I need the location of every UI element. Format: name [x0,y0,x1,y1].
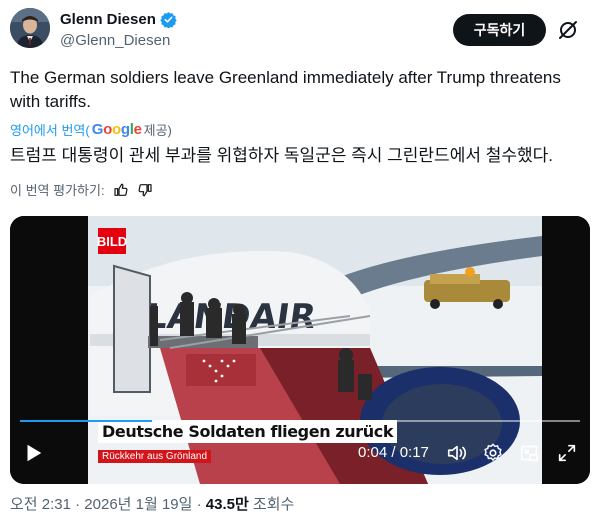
video-time: 0:04 / 0:17 [358,444,429,461]
views-label: 조회수 [248,496,295,513]
video-subline: Rückkehr aus Grönland [98,450,212,463]
video-player[interactable]: LANDAIR BILD Deutsche Soldaten fliegen z… [10,216,590,484]
google-letter: o [103,121,112,138]
translation-provider: Google 제공) [92,120,172,139]
tweet-header: Glenn Diesen @Glenn_Diesen 구독하기 [10,8,590,56]
google-letter: o [111,121,121,138]
subscribe-button[interactable]: 구독하기 [453,14,546,46]
author-name-row: Glenn Diesen [60,11,177,28]
bild-logo: BILD [97,228,127,254]
google-letter: g [120,121,130,138]
play-icon[interactable] [22,442,44,464]
google-letter: e [133,121,142,138]
author-name[interactable]: Glenn Diesen [60,11,156,28]
author-handle[interactable]: @Glenn_Diesen [60,32,170,49]
google-logo: Google [92,121,142,138]
tweet-text: The German soldiers leave Greenland imme… [10,68,561,111]
google-letter: G [91,121,104,138]
video-headline: Deutsche Soldaten fliegen zurück [98,420,398,443]
tweet-meta: 오전 2:31 · 2026년 1월 19일 · 43.5만 조회수 [10,493,294,514]
author-avatar[interactable] [10,8,50,48]
settings-gear-icon[interactable] [482,442,504,464]
volume-icon[interactable] [446,442,468,464]
rate-translation-row: 이 번역 평가하기: [10,180,153,199]
rate-translation-label: 이 번역 평가하기: [10,183,105,198]
video-progress-bar[interactable] [20,420,580,422]
translated-from-link[interactable]: 영어에서 번역( [10,120,90,139]
provider-suffix: 제공) [143,123,172,138]
grok-slash-circle-icon[interactable] [556,18,580,42]
verified-badge-icon[interactable] [160,11,177,28]
pip-icon[interactable] [518,442,540,464]
fullscreen-icon[interactable] [556,442,578,464]
thumbs-down-icon[interactable] [137,182,153,198]
tweet-timestamp[interactable]: 오전 2:31 · 2026년 1월 19일 · [10,496,206,513]
translation-attribution: 영어에서 번역( Google 제공) [10,120,172,139]
video-progress-fill [20,420,152,422]
translated-text: 트럼프 대통령이 관세 부과를 위협하자 독일군은 즉시 그린란드에서 철수했다… [10,146,553,165]
views-count: 43.5만 [205,496,249,513]
thumbs-up-icon[interactable] [113,182,129,198]
